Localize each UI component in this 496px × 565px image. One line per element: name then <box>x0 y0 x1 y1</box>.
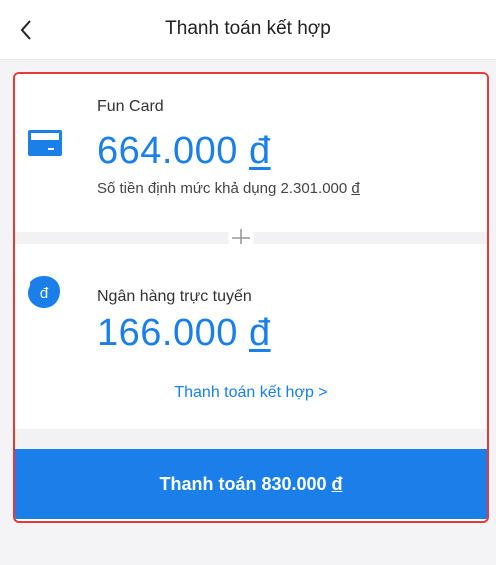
combined-payment-link-label: Thanh toán kết hợp <box>174 384 314 401</box>
funcard-label: Fun Card <box>97 98 164 115</box>
bank-coin-icon: đ <box>28 276 60 308</box>
page-bottom-area <box>0 523 496 565</box>
button-spacer <box>15 429 487 449</box>
online-bank-label: Ngân hàng trực tuyến <box>97 288 252 305</box>
funcard-limit-value: Số tiền định mức khả dụng 2.301.000 <box>97 180 348 197</box>
page-title: Thanh toán kết hợp <box>165 18 331 39</box>
funcard-limit-currency: đ <box>351 180 360 197</box>
funcard-currency: đ <box>248 130 271 172</box>
online-bank-amount-value: 166.000 <box>97 312 238 354</box>
app-header: Thanh toán kết hợp <box>0 0 496 60</box>
funcard-amount: 664.000 đ <box>97 130 271 173</box>
online-bank-section[interactable]: đ Ngân hàng trực tuyến 166.000 đ Thanh t… <box>15 244 487 429</box>
combined-payment-panel: Fun Card 664.000 đ Số tiền định mức khả … <box>13 72 489 523</box>
pay-button-label: Thanh toán 830.000 <box>159 473 327 494</box>
funcard-amount-value: 664.000 <box>97 130 238 172</box>
chevron-right-icon: > <box>318 384 328 401</box>
bank-icon-glyph: đ <box>40 285 49 302</box>
pay-button[interactable]: Thanh toán 830.000 đ <box>15 449 487 519</box>
combined-payment-link[interactable]: Thanh toán kết hợp > <box>15 384 487 402</box>
funcard-limit-text: Số tiền định mức khả dụng 2.301.000 đ <box>97 180 360 197</box>
online-bank-amount: 166.000 đ <box>97 312 271 355</box>
funcard-section[interactable]: Fun Card 664.000 đ Số tiền định mức khả … <box>15 74 487 232</box>
card-icon <box>28 130 62 156</box>
pay-button-currency: đ <box>331 473 343 494</box>
online-bank-currency: đ <box>248 312 271 354</box>
